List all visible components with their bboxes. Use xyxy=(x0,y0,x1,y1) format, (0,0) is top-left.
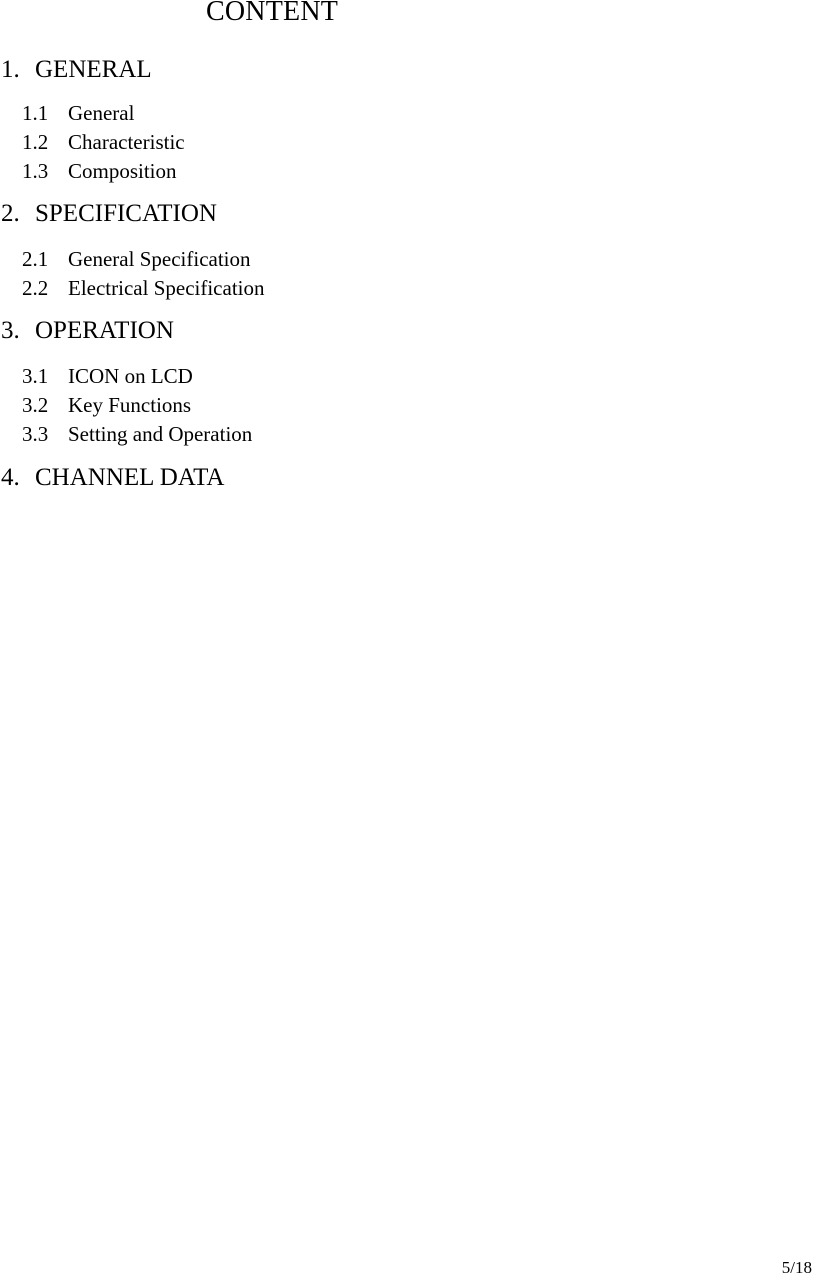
section-number: 4. xyxy=(1,464,20,491)
toc-section-operation[interactable]: 3. OPERATION xyxy=(1,316,174,346)
toc-subsection-key-functions[interactable]: 3.2 Key Functions xyxy=(22,392,191,418)
subsection-label: Electrical Specification xyxy=(68,276,265,300)
subsection-label: Composition xyxy=(68,159,177,183)
section-label: OPERATION xyxy=(35,317,174,344)
toc-subsection-setting-and-operation[interactable]: 3.3 Setting and Operation xyxy=(22,421,252,447)
subsection-label: General Specification xyxy=(68,247,251,271)
subsection-number: 2.1 xyxy=(22,247,49,271)
subsection-number: 3.1 xyxy=(22,364,49,388)
subsection-number: 1.3 xyxy=(22,159,49,183)
page-number: 5/18 xyxy=(781,1258,812,1277)
subsection-label: Characteristic xyxy=(68,130,185,154)
toc-subsection-general-specification[interactable]: 2.1 General Specification xyxy=(22,246,251,272)
subsection-number: 3.3 xyxy=(22,422,49,446)
subsection-label: Setting and Operation xyxy=(68,422,253,446)
subsection-number: 3.2 xyxy=(22,393,49,417)
page-title: CONTENT xyxy=(206,0,339,27)
subsection-number: 2.2 xyxy=(22,276,49,300)
subsection-number: 1.2 xyxy=(22,130,49,154)
toc-subsection-icon-on-lcd[interactable]: 3.1 ICON on LCD xyxy=(22,363,193,389)
toc-section-channel-data[interactable]: 4. CHANNEL DATA xyxy=(1,463,224,493)
subsection-label: ICON on LCD xyxy=(68,364,193,388)
toc-section-specification[interactable]: 2. SPECIFICATION xyxy=(1,199,217,229)
section-number: 2. xyxy=(1,200,20,227)
subsection-number: 1.1 xyxy=(22,101,49,125)
toc-subsection-electrical-specification[interactable]: 2.2 Electrical Specification xyxy=(22,275,265,301)
subsection-label: Key Functions xyxy=(68,393,192,417)
section-number: 1. xyxy=(1,56,20,83)
section-label: CHANNEL DATA xyxy=(35,464,225,491)
toc-subsection-characteristic[interactable]: 1.2 Characteristic xyxy=(22,129,185,155)
section-label: GENERAL xyxy=(35,56,152,83)
toc-subsection-general[interactable]: 1.1 General xyxy=(22,100,134,126)
subsection-label: General xyxy=(68,101,135,125)
toc-subsection-composition[interactable]: 1.3 Composition xyxy=(22,158,177,184)
section-number: 3. xyxy=(1,317,20,344)
section-label: SPECIFICATION xyxy=(35,200,217,227)
toc-section-general[interactable]: 1. GENERAL xyxy=(1,55,152,85)
